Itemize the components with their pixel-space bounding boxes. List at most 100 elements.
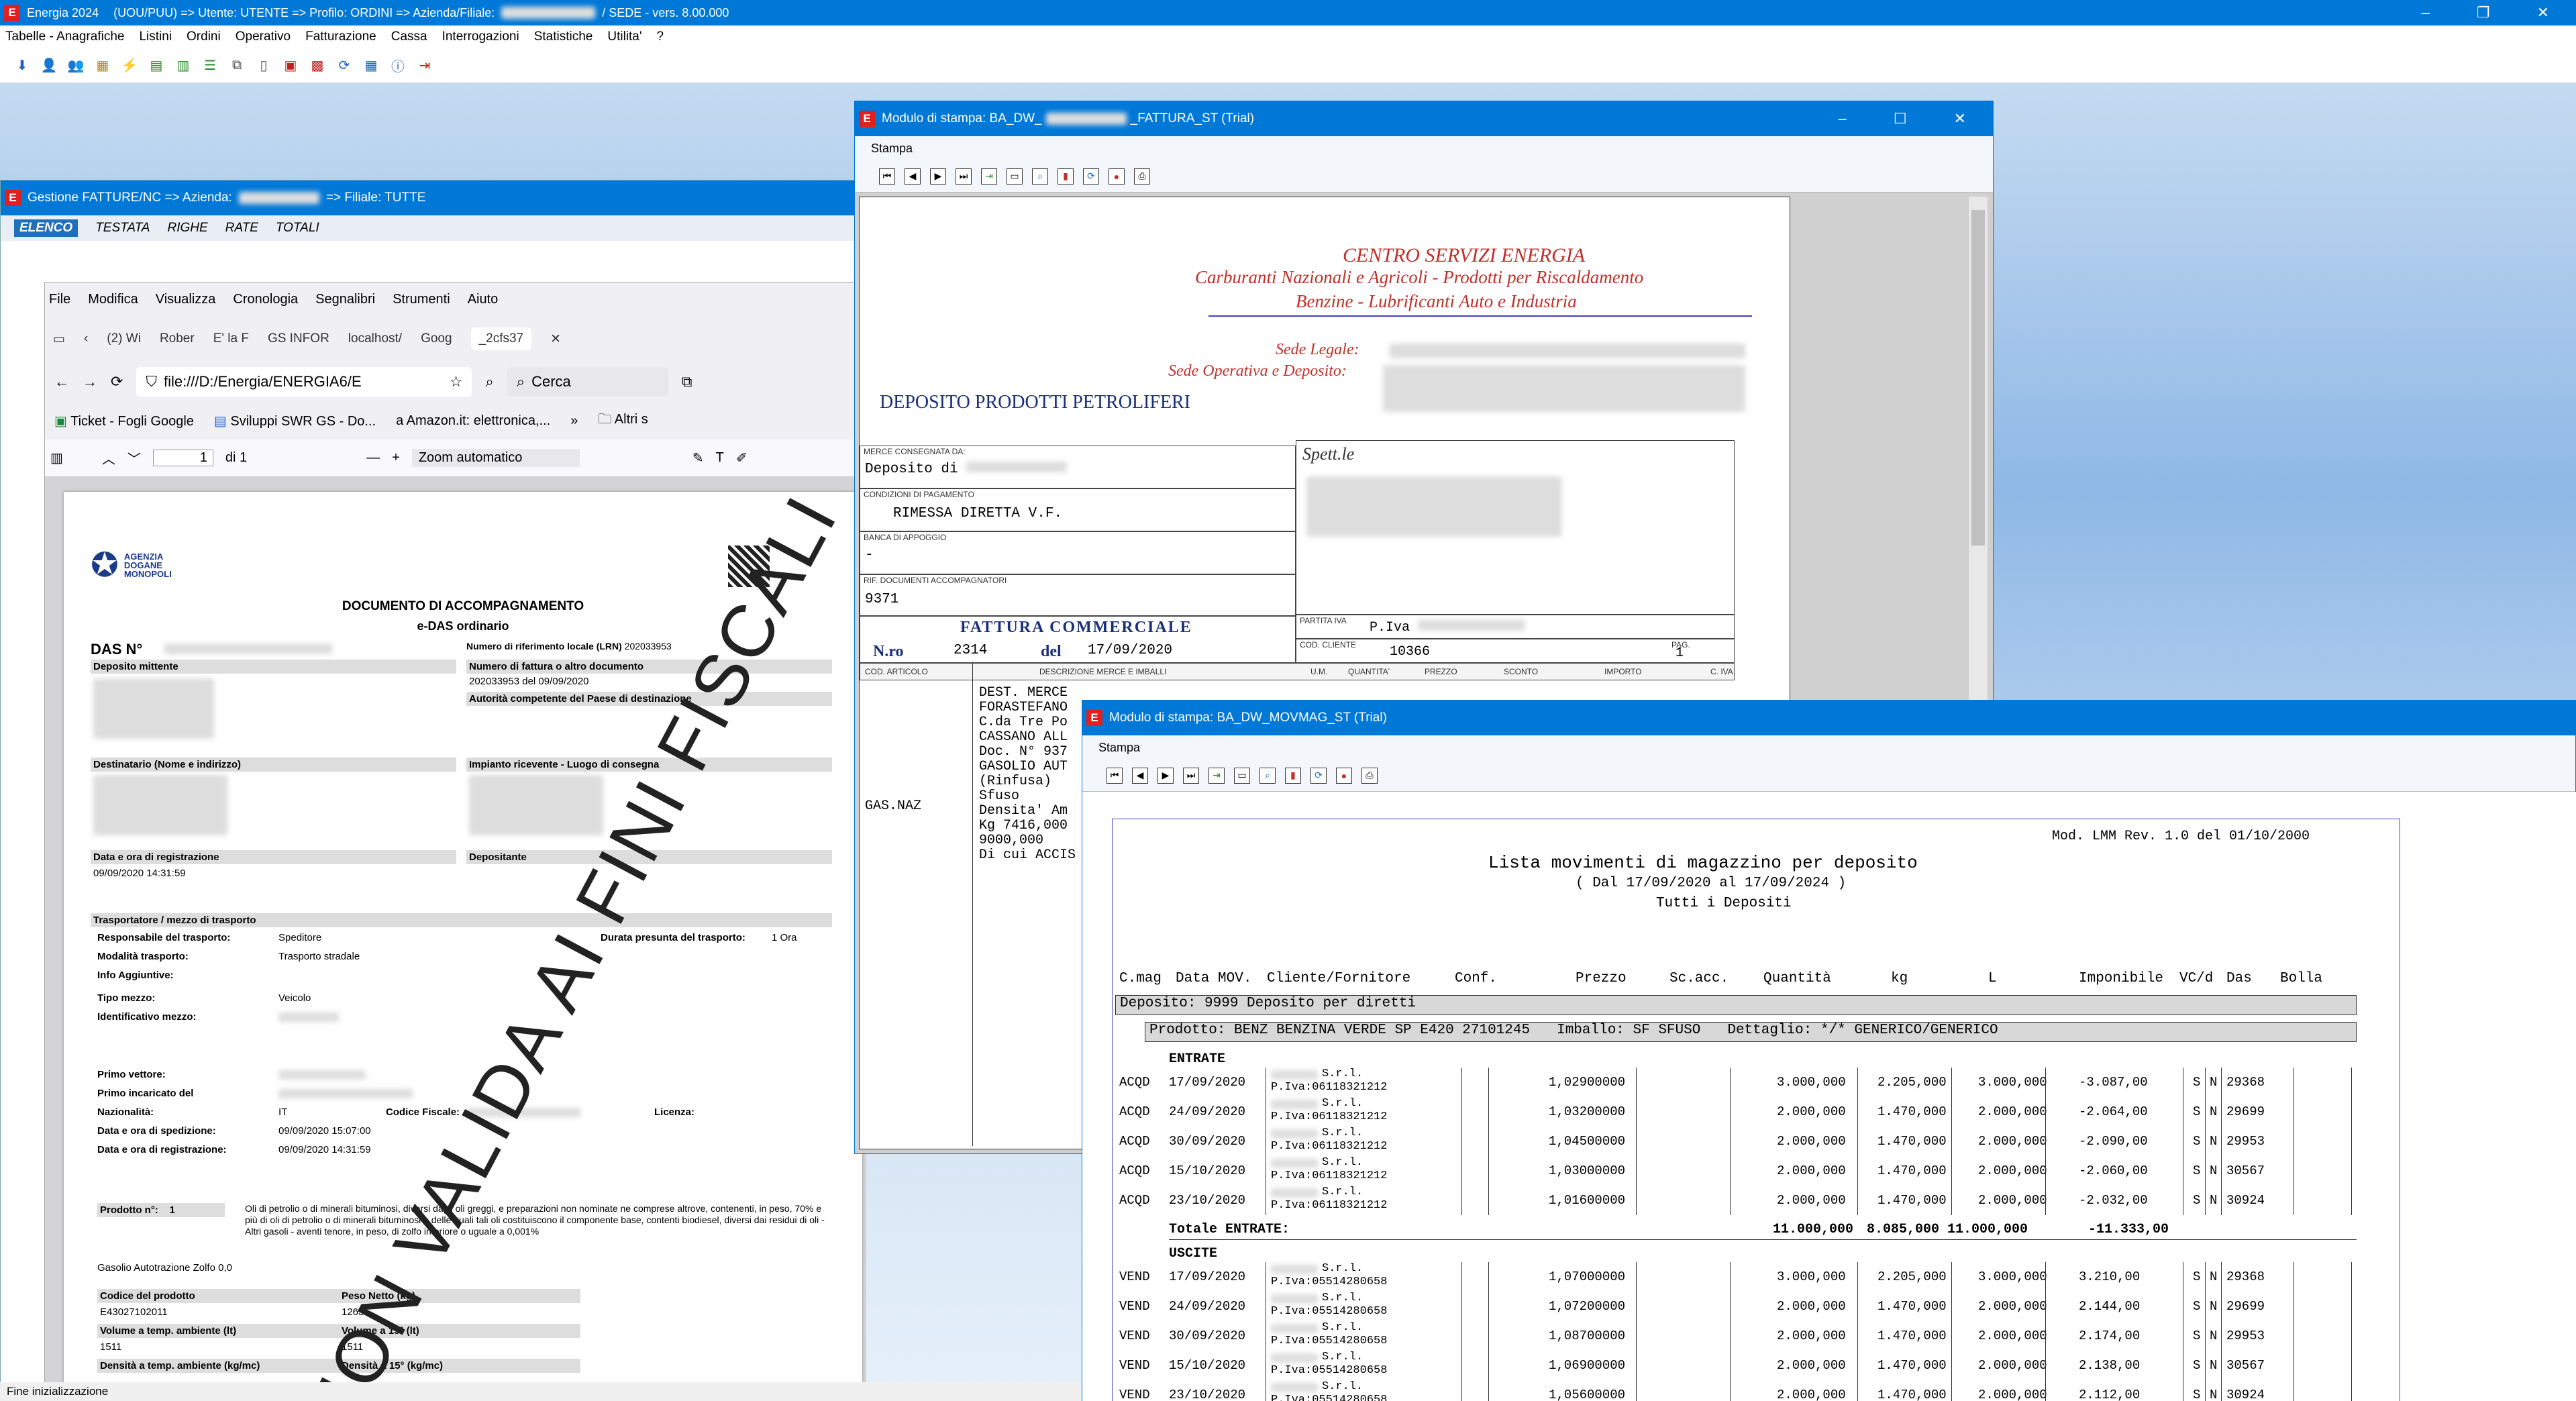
draw-icon[interactable]: ✐: [736, 450, 748, 466]
ff-menu-strumenti[interactable]: Strumenti: [393, 292, 450, 307]
menu-fatturazione[interactable]: Fatturazione: [305, 30, 376, 44]
pdf-icon[interactable]: ▩: [309, 57, 326, 74]
ff-menu-visualizza[interactable]: Visualizza: [156, 292, 216, 307]
tab-totali[interactable]: TOTALI: [276, 221, 319, 236]
page-down-icon[interactable]: ﹀: [127, 448, 141, 468]
browser-tab[interactable]: Goog: [421, 331, 452, 346]
document-icon[interactable]: ▤: [148, 57, 165, 74]
browser-tab-active[interactable]: _2cfs37: [470, 327, 532, 350]
ff-menu-file[interactable]: File: [49, 292, 70, 307]
ff-menu-modifica[interactable]: Modifica: [88, 292, 138, 307]
tab-righe[interactable]: RIGHE: [167, 221, 207, 236]
tab-rate[interactable]: RATE: [225, 221, 258, 236]
browser-tab[interactable]: GS INFOR: [268, 331, 329, 346]
prev-page-icon[interactable]: ◀: [905, 168, 921, 185]
next-page-icon[interactable]: ▶: [1157, 767, 1174, 784]
back-icon[interactable]: ←: [54, 373, 69, 391]
menu-statistiche[interactable]: Statistiche: [534, 30, 593, 44]
more-bookmarks-icon[interactable]: »: [570, 413, 578, 429]
user-add-icon[interactable]: 👥: [67, 57, 85, 74]
last-page-icon[interactable]: ⏭: [1183, 767, 1199, 784]
lightning-icon[interactable]: ⚡: [121, 57, 138, 74]
url-bar[interactable]: ⛉ file:///D:/Energia/ENERGIA6/E ☆: [136, 367, 472, 397]
menu-listini[interactable]: Listini: [139, 30, 172, 44]
menu-interrogazioni[interactable]: Interrogazioni: [442, 30, 519, 44]
export-icon[interactable]: ⇥: [1208, 767, 1225, 784]
first-page-icon[interactable]: ⏮: [1106, 767, 1123, 784]
zoom-icon[interactable]: ⌕: [1259, 767, 1276, 784]
bookmark-folder[interactable]: 🗀 Altri s: [598, 409, 648, 432]
close-icon[interactable]: ✕: [2537, 4, 2549, 21]
zoom-icon[interactable]: ⌕: [1032, 168, 1048, 185]
tab-elenco[interactable]: ELENCO: [14, 219, 79, 237]
export-icon[interactable]: ⇥: [981, 168, 997, 185]
next-page-icon[interactable]: ▶: [930, 168, 946, 185]
text-icon[interactable]: T: [716, 450, 724, 466]
tab-testata[interactable]: TESTATA: [95, 221, 150, 236]
menu-utilita[interactable]: Utilita': [607, 30, 641, 44]
info-icon[interactable]: ⓘ: [389, 57, 407, 74]
bookmark-icon[interactable]: ▮: [1058, 168, 1074, 185]
browser-tab[interactable]: (2) Wi: [107, 331, 141, 346]
tab-scroll-left-icon[interactable]: ‹: [84, 331, 88, 346]
menu-stampa[interactable]: Stampa: [871, 142, 913, 156]
minimize-icon[interactable]: –: [2422, 4, 2430, 21]
menu-tabelle[interactable]: Tabelle - Anagrafiche: [5, 30, 124, 44]
reload-icon[interactable]: ⟳: [111, 373, 123, 391]
exit-icon[interactable]: ⇥: [416, 57, 433, 74]
ff-menu-cronologia[interactable]: Cronologia: [233, 292, 298, 307]
print-icon[interactable]: ⎙: [1134, 168, 1150, 185]
zoom-out-icon[interactable]: —: [366, 450, 380, 466]
first-page-icon[interactable]: ⏮: [879, 168, 895, 185]
download-icon[interactable]: ⬇: [13, 57, 31, 74]
search-icon[interactable]: ⌕: [485, 373, 493, 391]
refresh-icon[interactable]: ⟳: [1083, 168, 1099, 185]
highlight-icon[interactable]: ✎: [692, 450, 704, 466]
menu-stampa[interactable]: Stampa: [1098, 741, 1140, 755]
ff-menu-segnalibri[interactable]: Segnalibri: [315, 292, 375, 307]
menu-help[interactable]: ?: [657, 30, 664, 44]
forward-icon[interactable]: →: [83, 373, 97, 391]
zoom-in-icon[interactable]: +: [392, 450, 400, 466]
spreadsheet-icon[interactable]: ▥: [174, 57, 192, 74]
restore-icon[interactable]: ❐: [2477, 4, 2490, 21]
print-icon[interactable]: ▣: [282, 57, 299, 74]
extensions-icon[interactable]: ⧉: [682, 373, 692, 391]
page-up-icon[interactable]: ︿: [102, 448, 115, 468]
tab-close-icon[interactable]: ✕: [550, 331, 561, 347]
color-icon[interactable]: ●: [1336, 767, 1352, 784]
refresh-icon[interactable]: ⟳: [1310, 767, 1327, 784]
bookmark-item[interactable]: a Amazon.it: elettronica,...: [396, 413, 550, 429]
zoom-select[interactable]: Zoom automatico: [411, 449, 580, 467]
refresh-icon[interactable]: ⟳: [336, 57, 353, 74]
bookmark-star-icon[interactable]: ☆: [450, 373, 463, 391]
print-icon[interactable]: ⎙: [1361, 767, 1378, 784]
minimize-icon[interactable]: –: [1839, 110, 1847, 127]
ff-menu-aiuto[interactable]: Aiuto: [468, 292, 499, 307]
page-icon[interactable]: ▯: [255, 57, 272, 74]
menu-operativo[interactable]: Operativo: [236, 30, 291, 44]
browser-tab[interactable]: Rober: [160, 331, 195, 346]
menu-ordini[interactable]: Ordini: [187, 30, 221, 44]
last-page-icon[interactable]: ⏭: [956, 168, 972, 185]
browser-tab[interactable]: localhost/: [348, 331, 402, 346]
maximize-icon[interactable]: ☐: [1894, 110, 1907, 127]
copy-icon[interactable]: ⧉: [228, 57, 246, 74]
bookmark-icon[interactable]: ▮: [1285, 767, 1301, 784]
calendar-icon[interactable]: ▦: [94, 57, 111, 74]
bookmark-item[interactable]: ▣ Ticket - Fogli Google: [54, 413, 194, 429]
search-input[interactable]: ⌕ Cerca: [507, 367, 668, 397]
close-icon[interactable]: ✕: [1954, 110, 1966, 127]
grid-icon[interactable]: ▦: [362, 57, 380, 74]
color-icon[interactable]: ●: [1109, 168, 1125, 185]
save-icon[interactable]: ▭: [1007, 168, 1023, 185]
page-number-input[interactable]: 1: [152, 450, 213, 466]
menu-cassa[interactable]: Cassa: [391, 30, 427, 44]
scroll-thumb[interactable]: [1971, 210, 1985, 546]
bookmark-item[interactable]: ▤ Sviluppi SWR GS - Do...: [214, 413, 376, 429]
user-icon[interactable]: 👤: [40, 57, 58, 74]
save-icon[interactable]: ▭: [1234, 767, 1250, 784]
tab-list-icon[interactable]: ▭: [53, 331, 65, 347]
list-icon[interactable]: ☰: [201, 57, 219, 74]
browser-tab[interactable]: E' la F: [213, 331, 249, 346]
